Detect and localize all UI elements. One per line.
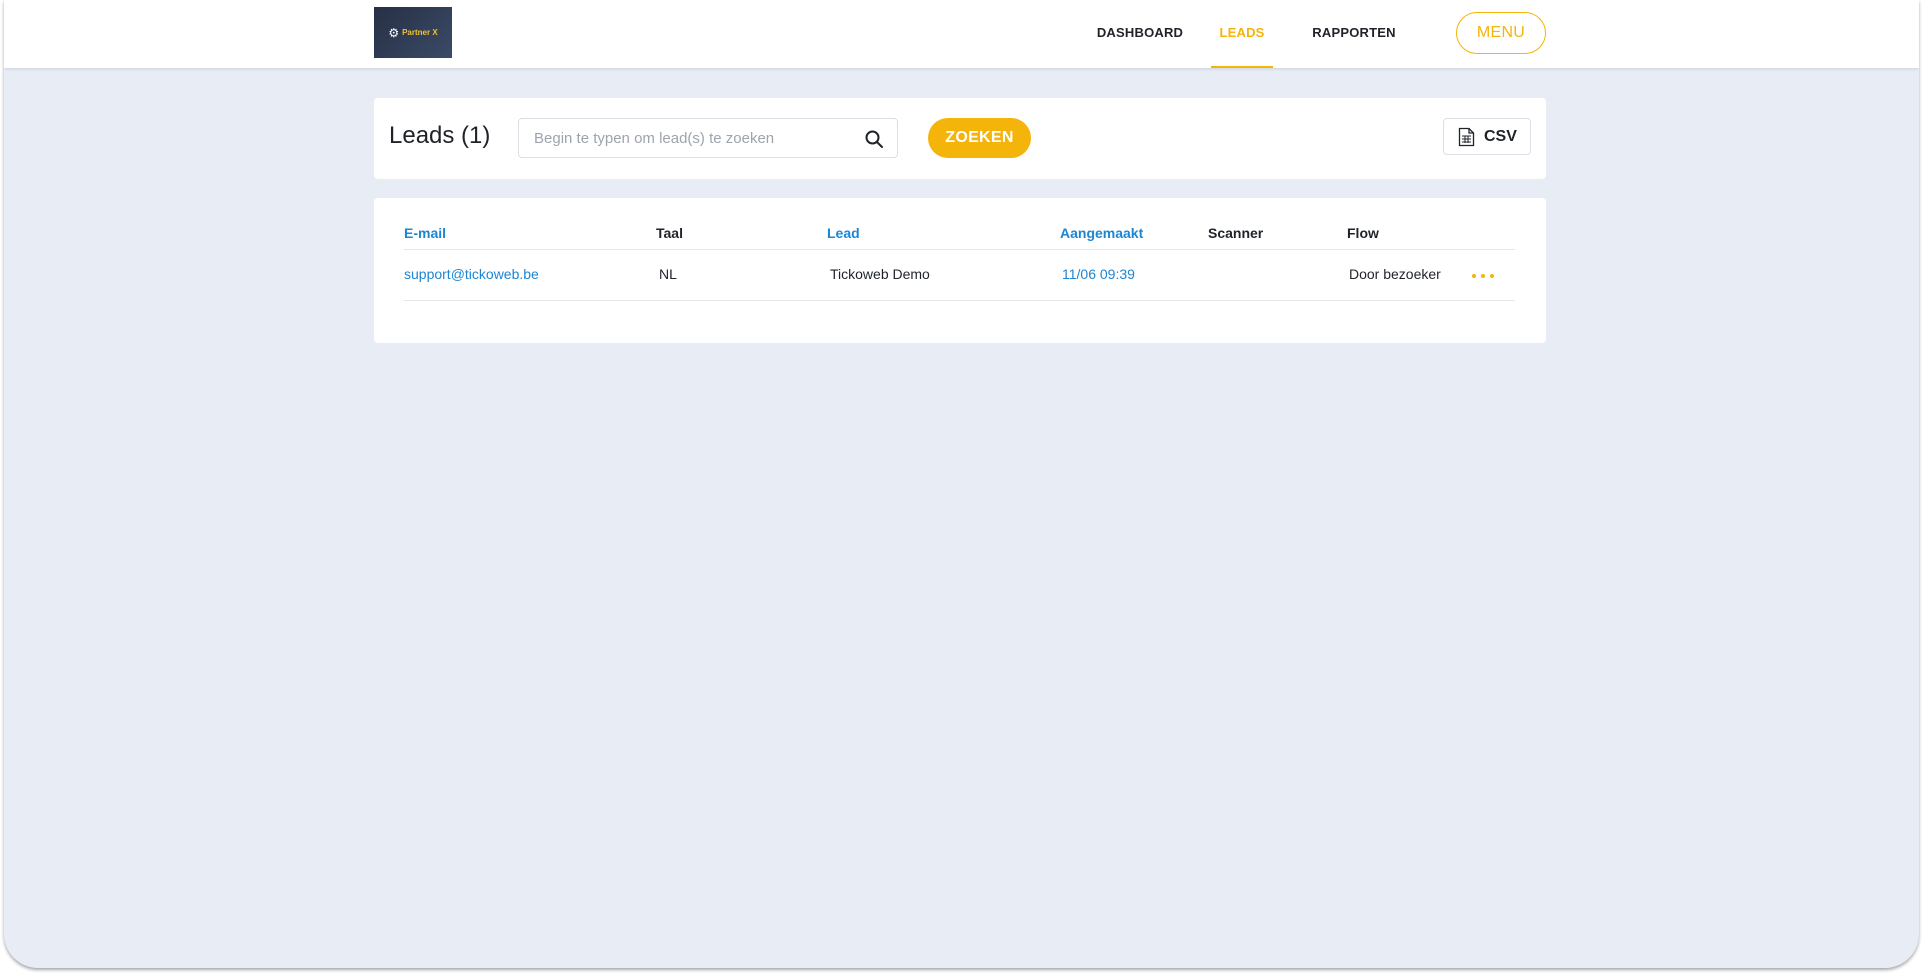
column-header-taal: Taal — [656, 225, 683, 241]
leads-table: E-mail Taal Lead Aangemaakt Scanner Flow… — [374, 198, 1546, 343]
app-window: ⚙ Partner X DASHBOARD LEADS RAPPORTEN ME… — [4, 0, 1919, 968]
csv-label: CSV — [1484, 128, 1517, 145]
row-divider — [404, 300, 1515, 301]
cell-aangemaakt: 11/06 09:39 — [1062, 266, 1135, 282]
cell-email[interactable]: support@tickoweb.be — [404, 266, 539, 282]
column-header-aangemaakt[interactable]: Aangemaakt — [1060, 225, 1143, 241]
search-input[interactable] — [519, 119, 849, 157]
csv-export-button[interactable]: CSV — [1443, 118, 1531, 155]
more-horizontal-icon[interactable] — [1469, 268, 1497, 284]
search-card: Leads (1) ZOEKEN CSV — [374, 98, 1546, 179]
nav-leads[interactable]: LEADS — [1211, 0, 1273, 68]
search-icon[interactable] — [864, 129, 884, 149]
gear-icon: ⚙ — [388, 25, 400, 40]
search-field[interactable] — [518, 118, 898, 158]
page-title: Leads (1) — [389, 122, 491, 149]
menu-button[interactable]: MENU — [1456, 12, 1546, 54]
header-divider — [404, 249, 1515, 250]
column-header-lead[interactable]: Lead — [827, 225, 860, 241]
nav-dashboard[interactable]: DASHBOARD — [1090, 0, 1190, 68]
spreadsheet-icon — [1458, 127, 1475, 147]
logo-text: Partner X — [402, 28, 438, 37]
search-button[interactable]: ZOEKEN — [928, 118, 1031, 158]
cell-taal: NL — [659, 266, 677, 282]
cell-flow: Door bezoeker — [1349, 266, 1441, 282]
column-header-scanner: Scanner — [1208, 225, 1264, 241]
partner-logo[interactable]: ⚙ Partner X — [374, 7, 452, 58]
column-header-email[interactable]: E-mail — [404, 225, 446, 241]
top-navigation-bar: ⚙ Partner X DASHBOARD LEADS RAPPORTEN ME… — [4, 0, 1919, 68]
nav-reports[interactable]: RAPPORTEN — [1309, 0, 1399, 68]
column-header-flow: Flow — [1347, 225, 1379, 241]
cell-lead: Tickoweb Demo — [830, 266, 930, 282]
